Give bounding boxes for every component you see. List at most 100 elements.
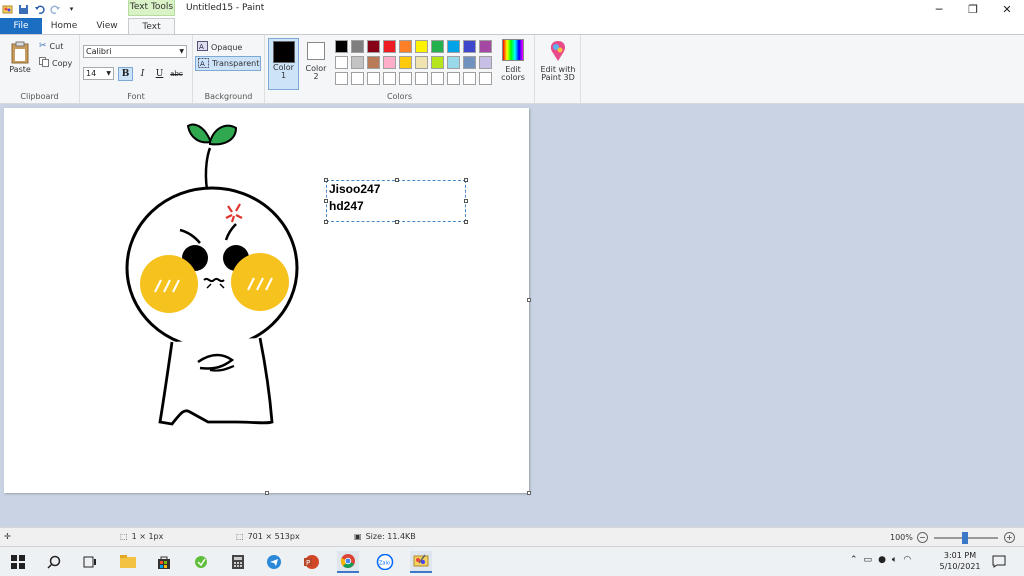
palette-swatch[interactable] xyxy=(431,72,444,85)
paste-button[interactable]: Paste xyxy=(6,41,34,74)
chevron-up-icon[interactable]: ⌃ xyxy=(850,555,858,565)
zoom-slider-thumb[interactable] xyxy=(961,531,968,544)
undo-icon[interactable] xyxy=(34,4,45,15)
tab-text[interactable]: Text xyxy=(128,18,175,35)
zoom-out-icon[interactable]: − xyxy=(916,532,928,543)
telegram-icon[interactable] xyxy=(263,551,285,573)
opaque-button[interactable]: A Opaque xyxy=(197,41,242,53)
palette-swatch[interactable] xyxy=(431,40,444,53)
palette-swatch[interactable] xyxy=(351,40,364,53)
save-icon[interactable] xyxy=(18,4,29,15)
palette-swatch[interactable] xyxy=(463,56,476,69)
zoom-controls: 100% − + xyxy=(890,531,1015,544)
sprout-leaf-left xyxy=(186,123,211,144)
store-icon[interactable] xyxy=(153,551,175,573)
microphone-icon[interactable]: ● xyxy=(878,555,886,565)
palette-swatch[interactable] xyxy=(415,56,428,69)
palette-swatch[interactable] xyxy=(383,56,396,69)
text-line[interactable]: Jisoo247 xyxy=(327,181,465,198)
tab-file[interactable]: File xyxy=(0,18,42,35)
palette-swatch[interactable] xyxy=(383,40,396,53)
battery-icon[interactable]: ▭ xyxy=(864,555,873,565)
edit-colors-button[interactable]: Edit colors xyxy=(497,39,529,82)
selection-icon: ⬚ xyxy=(120,532,128,541)
palette-swatch[interactable] xyxy=(415,40,428,53)
tab-home[interactable]: Home xyxy=(42,18,86,35)
edit-with-paint3d-button[interactable]: Edit with Paint 3D xyxy=(537,39,579,82)
text-box-handle[interactable] xyxy=(324,178,328,182)
notifications-icon[interactable] xyxy=(992,555,1006,571)
text-box-handle[interactable] xyxy=(395,220,399,224)
strikethrough-button[interactable]: abc xyxy=(169,67,184,81)
palette-swatch[interactable] xyxy=(447,72,460,85)
minimize-icon[interactable]: ─ xyxy=(922,0,956,18)
font-family-select[interactable]: Calibri ▼ xyxy=(83,45,187,58)
restore-icon[interactable]: ❐ xyxy=(956,0,990,18)
bold-button[interactable]: B xyxy=(118,67,133,81)
color2-button[interactable]: Color 2 xyxy=(301,40,331,81)
zoom-slider[interactable] xyxy=(933,531,998,544)
tab-view[interactable]: View xyxy=(86,18,128,35)
chrome-icon[interactable] xyxy=(337,551,359,573)
canvas-resize-handle-corner[interactable] xyxy=(527,491,531,495)
text-box-handle[interactable] xyxy=(324,220,328,224)
speaker-icon[interactable]: 🔈︎ xyxy=(892,555,897,565)
text-box-handle[interactable] xyxy=(324,199,328,203)
palette-swatch[interactable] xyxy=(335,56,348,69)
calculator-icon[interactable] xyxy=(227,551,249,573)
palette-swatch[interactable] xyxy=(335,40,348,53)
palette-swatch[interactable] xyxy=(351,56,364,69)
opaque-icon: A xyxy=(197,41,208,53)
zoom-in-icon[interactable]: + xyxy=(1003,532,1015,543)
palette-swatch[interactable] xyxy=(463,40,476,53)
palette-swatch[interactable] xyxy=(463,72,476,85)
italic-button[interactable]: I xyxy=(135,67,150,81)
palette-swatch[interactable] xyxy=(399,40,412,53)
copy-button[interactable]: Copy xyxy=(39,57,72,69)
svg-text:Zalo: Zalo xyxy=(379,561,390,567)
palette-swatch[interactable] xyxy=(447,40,460,53)
green-app-icon[interactable] xyxy=(190,551,212,573)
palette-swatch[interactable] xyxy=(367,56,380,69)
palette-swatch[interactable] xyxy=(351,72,364,85)
search-icon[interactable] xyxy=(43,551,65,573)
canvas-resize-handle-bottom[interactable] xyxy=(265,491,269,495)
file-size-text: Size: 11.4KB xyxy=(365,532,416,541)
palette-swatch[interactable] xyxy=(367,40,380,53)
color1-button[interactable]: Color 1 xyxy=(268,38,299,90)
palette-swatch[interactable] xyxy=(399,56,412,69)
palette-swatch[interactable] xyxy=(479,40,492,53)
wifi-icon[interactable]: ◠ xyxy=(903,555,911,565)
palette-swatch[interactable] xyxy=(479,72,492,85)
close-icon[interactable]: ✕ xyxy=(990,0,1024,18)
palette-swatch[interactable] xyxy=(431,56,444,69)
text-box-handle[interactable] xyxy=(395,178,399,182)
windows-start-icon[interactable] xyxy=(7,551,29,573)
palette-swatch[interactable] xyxy=(383,72,396,85)
palette-swatch[interactable] xyxy=(415,72,428,85)
drawing-canvas[interactable] xyxy=(4,108,531,495)
cut-button[interactable]: ✂ Cut xyxy=(39,41,63,51)
zalo-icon[interactable]: Zalo xyxy=(374,551,396,573)
paint-taskbar-icon[interactable] xyxy=(410,551,432,573)
text-box-handle[interactable] xyxy=(464,178,468,182)
transparent-button[interactable]: A Transparent xyxy=(195,56,261,71)
text-box-handle[interactable] xyxy=(464,199,468,203)
underline-button[interactable]: U xyxy=(152,67,167,81)
palette-swatch[interactable] xyxy=(399,72,412,85)
canvas-resize-handle-right[interactable] xyxy=(527,298,531,302)
text-box-handle[interactable] xyxy=(464,220,468,224)
powerpoint-icon[interactable]: P xyxy=(300,551,322,573)
palette-swatch[interactable] xyxy=(479,56,492,69)
palette-swatch[interactable] xyxy=(447,56,460,69)
clock[interactable]: 3:01 PM 5/10/2021 xyxy=(936,550,984,572)
file-explorer-icon[interactable] xyxy=(117,551,139,573)
font-size-select[interactable]: 14 ▼ xyxy=(83,67,114,80)
redo-icon[interactable] xyxy=(50,4,61,15)
text-box[interactable]: Jisoo247 hd247 xyxy=(324,178,468,224)
text-line[interactable]: hd247 xyxy=(327,198,465,215)
customize-qat-chevron-icon[interactable]: ▾ xyxy=(66,4,77,15)
task-view-icon[interactable] xyxy=(79,551,101,573)
palette-swatch[interactable] xyxy=(335,72,348,85)
palette-swatch[interactable] xyxy=(367,72,380,85)
